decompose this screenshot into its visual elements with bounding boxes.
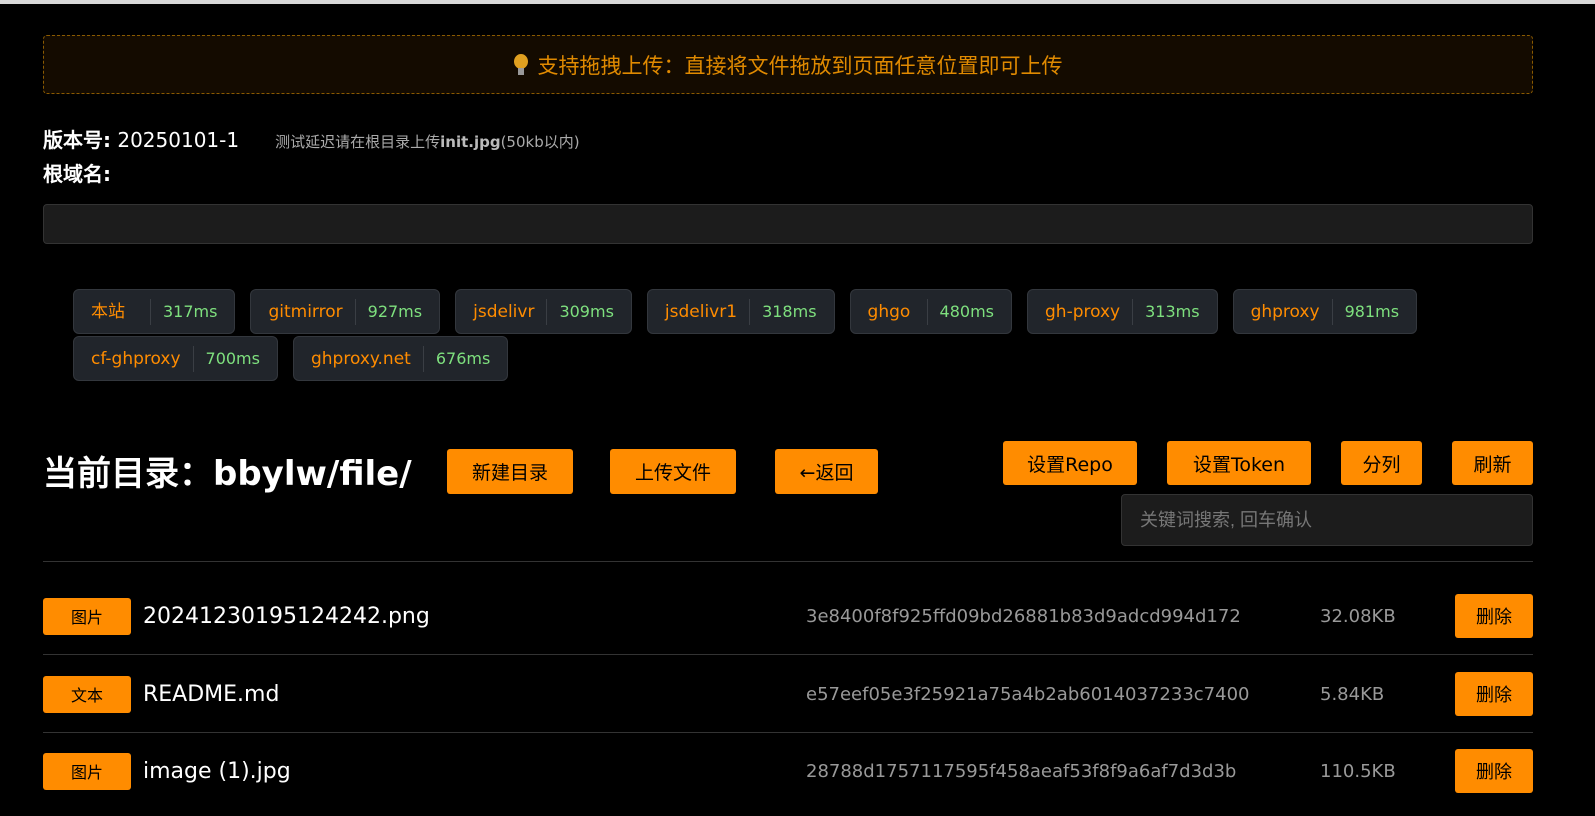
mirror-chip[interactable]: ghgo 480ms — [849, 289, 1012, 334]
file-sha: 28788d1757117595f458aeaf53f8f9a6af7d3d3b — [806, 760, 1237, 782]
drag-upload-banner: 支持拖拽上传：直接将文件拖放到页面任意位置即可上传 — [43, 35, 1533, 94]
mirror-chip[interactable]: cf-ghproxy 700ms — [73, 336, 278, 381]
mirror-name: gitmirror — [268, 298, 356, 325]
root-domain-label: 根域名: — [43, 162, 111, 186]
divider — [43, 561, 1533, 562]
mirror-latency: 480ms — [939, 302, 994, 321]
mirror-chip[interactable]: 本站 317ms — [73, 289, 236, 334]
file-row[interactable]: 文本 README.md e57eef05e3f25921a75a4b2ab60… — [43, 671, 1533, 717]
file-type-badge: 图片 — [43, 752, 131, 790]
file-type-badge: 文本 — [43, 675, 131, 713]
mirror-latency: 318ms — [762, 302, 817, 321]
upload-file-button[interactable]: 上传文件 — [610, 449, 736, 494]
file-size: 110.5KB — [1320, 760, 1396, 782]
columns-button[interactable]: 分列 — [1341, 441, 1422, 485]
version-value: 20250101-1 — [117, 128, 240, 152]
mirror-latency: 700ms — [205, 349, 260, 368]
back-button[interactable]: ←返回 — [775, 449, 878, 494]
mirror-latency: 317ms — [163, 302, 218, 321]
file-row[interactable]: 图片 20241230195124242.png 3e8400f8f925ffd… — [43, 593, 1533, 639]
mirror-chip[interactable]: ghproxy 981ms — [1232, 289, 1418, 334]
mirror-name: jsdelivr1 — [665, 298, 751, 325]
latency-hint: 测试延迟请在根目录上传init.jpg(50kb以内) — [275, 131, 579, 152]
mirror-chip[interactable]: ghproxy.net 676ms — [292, 336, 509, 381]
new-directory-button[interactable]: 新建目录 — [447, 449, 573, 494]
file-type-badge: 图片 — [43, 597, 131, 635]
mirror-chip[interactable]: jsdelivr 309ms — [455, 289, 632, 334]
search-input[interactable] — [1121, 494, 1533, 546]
file-name[interactable]: image (1).jpg — [143, 759, 291, 784]
delete-button[interactable]: 删除 — [1455, 749, 1533, 793]
divider — [43, 654, 1533, 655]
mirror-latency: 981ms — [1344, 302, 1400, 321]
mirror-name: ghgo — [868, 298, 928, 325]
mirror-latency: 313ms — [1145, 302, 1200, 321]
mirror-name: 本站 — [91, 298, 151, 325]
file-name[interactable]: 20241230195124242.png — [143, 604, 430, 629]
mirror-latency: 676ms — [435, 349, 491, 368]
hint-file: init.jpg — [440, 133, 501, 151]
lightbulb-icon — [513, 53, 528, 76]
file-size: 5.84KB — [1320, 683, 1385, 705]
mirror-name: ghproxy — [1251, 298, 1333, 325]
set-repo-button[interactable]: 设置Repo — [1003, 441, 1137, 485]
mirror-name: ghproxy.net — [311, 345, 424, 372]
mirror-name: cf-ghproxy — [91, 345, 194, 372]
file-sha: 3e8400f8f925ffd09bd26881b83d9adcd994d172 — [806, 605, 1241, 627]
file-size: 32.08KB — [1320, 605, 1396, 627]
hint-prefix: 测试延迟请在根目录上传 — [275, 133, 441, 151]
file-sha: e57eef05e3f25921a75a4b2ab6014037233c7400 — [806, 683, 1250, 705]
banner-text: 支持拖拽上传：直接将文件拖放到页面任意位置即可上传 — [537, 53, 1063, 78]
mirror-name: jsdelivr — [473, 298, 548, 325]
mirror-list: 本站 317ms gitmirror 927ms jsdelivr 309ms jsdeli… — [73, 289, 1473, 381]
delete-button[interactable]: 删除 — [1455, 672, 1533, 716]
divider — [43, 732, 1533, 733]
delete-button[interactable]: 删除 — [1455, 594, 1533, 638]
mirror-name: gh-proxy — [1045, 298, 1134, 325]
set-token-button[interactable]: 设置Token — [1167, 441, 1311, 485]
file-name[interactable]: README.md — [143, 682, 279, 707]
mirror-chip[interactable]: gitmirror 927ms — [250, 289, 441, 334]
mirror-latency: 927ms — [367, 302, 423, 321]
mirror-latency: 309ms — [559, 302, 614, 321]
hint-suffix: (50kb以内) — [500, 133, 580, 151]
file-row[interactable]: 图片 image (1).jpg 28788d1757117595f458aea… — [43, 748, 1533, 794]
version-line: 版本号: 20250101-1 测试延迟请在根目录上传init.jpg(50kb… — [43, 124, 580, 153]
mirror-chip[interactable]: jsdelivr1 318ms — [646, 289, 835, 334]
current-directory: 当前目录：bbylw/file/ — [43, 454, 412, 494]
version-label: 版本号: — [43, 128, 111, 152]
refresh-button[interactable]: 刷新 — [1452, 441, 1533, 485]
root-domain-input[interactable] — [43, 204, 1533, 244]
mirror-chip[interactable]: gh-proxy 313ms — [1027, 289, 1218, 334]
